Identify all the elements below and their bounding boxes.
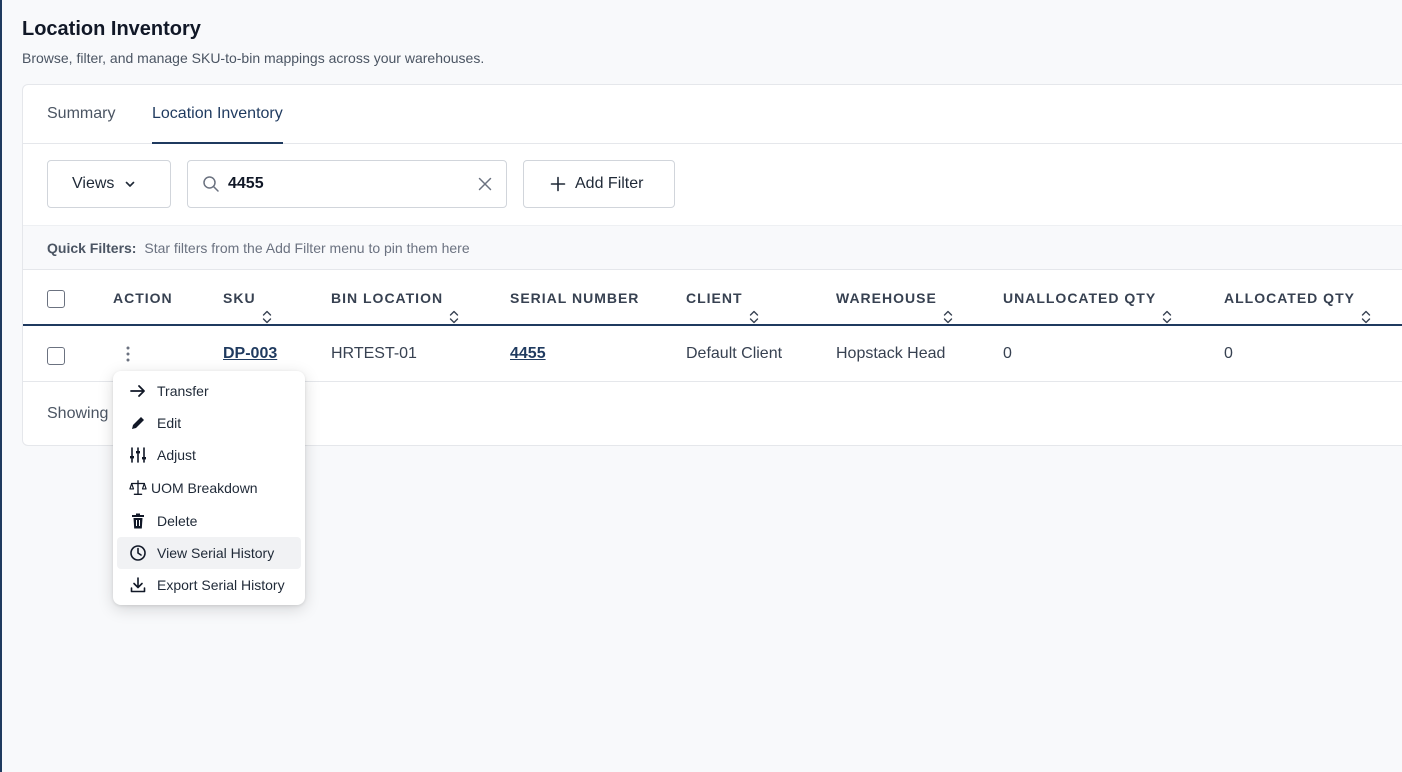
column-header-action: ACTION [113,270,173,326]
menu-item-label: Transfer [157,383,209,399]
window-left-edge [0,0,2,772]
menu-item-label: Adjust [157,447,196,463]
client-cell: Default Client [686,345,783,362]
menu-item-edit[interactable]: Edit [117,407,301,439]
clear-search-icon[interactable] [478,177,492,191]
menu-item-label: UOM Breakdown [151,480,258,496]
column-label-sku: SKU [223,290,256,306]
bin-location-cell: HRTEST-01 [331,345,417,362]
menu-item-label: Export Serial History [157,577,285,593]
select-all-checkbox[interactable] [47,290,65,308]
sliders-icon [129,446,147,464]
views-dropdown[interactable]: Views [47,160,171,208]
scale-icon [129,479,147,497]
column-header-serial-number: SERIAL NUMBER [510,270,639,326]
sort-icon[interactable] [749,291,759,324]
column-label-allocated-qty: ALLOCATED QTY [1224,290,1355,306]
menu-item-label: View Serial History [157,545,275,561]
column-header-allocated-qty[interactable]: ALLOCATED QTY [1224,270,1371,326]
unallocated-qty-cell: 0 [1003,345,1012,362]
download-icon [129,576,147,594]
quick-filters-label: Quick Filters: [47,240,137,256]
tab-location-inventory[interactable]: Location Inventory [152,85,283,144]
column-label-warehouse: WAREHOUSE [836,290,937,306]
menu-item-label: Edit [157,415,182,431]
column-header-client[interactable]: CLIENT [686,270,759,326]
add-filter-label: Add Filter [575,175,644,192]
arrow-right-icon [129,382,147,400]
search-icon [202,175,220,193]
search-input[interactable] [228,169,458,199]
menu-item-adjust[interactable]: Adjust [117,439,301,471]
column-label-client: CLIENT [686,290,743,306]
tab-summary[interactable]: Summary [47,85,115,144]
column-header-unallocated-qty[interactable]: UNALLOCATED QTY [1003,270,1172,326]
page-subtitle: Browse, filter, and manage SKU-to-bin ma… [22,50,485,66]
pagination-summary: Showing [47,405,109,422]
column-label-bin-location: BIN LOCATION [331,290,444,306]
tab-bar: Summary Location Inventory [23,85,1402,144]
serial-number-link[interactable]: 4455 [510,326,546,382]
quick-filters-bar: Quick Filters: Star filters from the Add… [23,225,1402,270]
menu-item-transfer[interactable]: Transfer [117,375,301,407]
column-header-warehouse[interactable]: WAREHOUSE [836,270,953,326]
menu-item-export-serial-history[interactable]: Export Serial History [117,569,301,601]
search-box [187,160,507,208]
clock-icon [129,544,147,562]
table-header: ACTION SKU BIN LOCATION SERIAL NUMBER CL… [23,270,1402,326]
row-checkbox[interactable] [47,347,65,365]
sort-icon[interactable] [943,291,953,324]
pencil-icon [129,414,147,432]
sort-icon[interactable] [1361,291,1371,324]
menu-item-uom-breakdown[interactable]: UOM Breakdown [117,472,301,504]
more-actions-icon[interactable] [123,344,133,364]
trash-icon [129,512,147,530]
sort-icon[interactable] [1162,291,1172,324]
menu-item-view-serial-history[interactable]: View Serial History [117,537,301,569]
allocated-qty-cell: 0 [1224,345,1233,362]
row-action-menu: Transfer Edit Adjust UOM Breakdown Delet… [113,371,305,605]
column-label-action: ACTION [113,290,173,306]
menu-item-delete[interactable]: Delete [117,505,301,537]
column-header-sku[interactable]: SKU [223,270,272,326]
menu-item-label: Delete [157,513,198,529]
chevron-down-icon [124,178,136,190]
sort-icon[interactable] [262,291,272,324]
sort-icon[interactable] [449,291,459,324]
column-label-unallocated-qty: UNALLOCATED QTY [1003,290,1157,306]
views-label: Views [72,175,115,192]
warehouse-cell: Hopstack Head [836,345,946,362]
quick-filters-hint: Star filters from the Add Filter menu to… [144,240,470,256]
page-title: Location Inventory [22,18,201,40]
column-label-serial-number: SERIAL NUMBER [510,290,640,306]
add-filter-button[interactable]: Add Filter [523,160,675,208]
column-header-bin-location[interactable]: BIN LOCATION [331,270,459,326]
plus-icon [550,176,566,192]
